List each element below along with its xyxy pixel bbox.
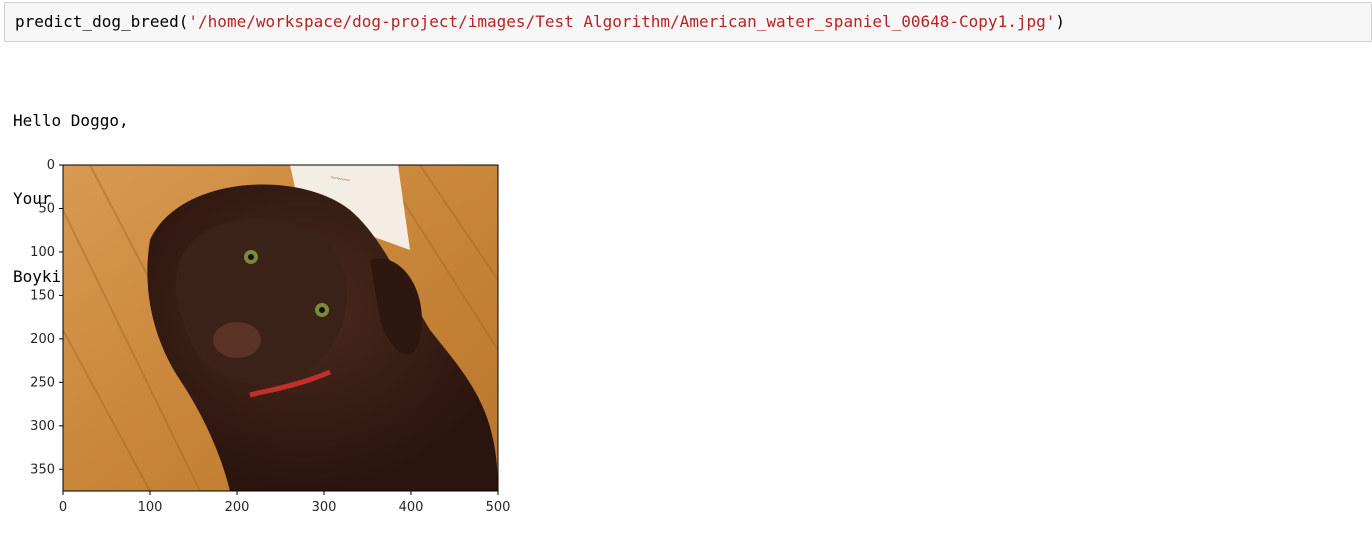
code-cell-input[interactable]: predict_dog_breed('/home/workspace/dog-p… bbox=[4, 2, 1372, 42]
y-tick-label: 300 bbox=[30, 419, 55, 434]
close-paren: ) bbox=[1055, 12, 1065, 31]
y-tick-label: 50 bbox=[38, 201, 55, 216]
open-paren: ( bbox=[178, 12, 189, 31]
dog-photo: ~~~~ bbox=[63, 165, 498, 491]
code-line[interactable]: predict_dog_breed('/home/workspace/dog-p… bbox=[15, 11, 1065, 33]
x-tick-label: 100 bbox=[138, 500, 163, 515]
y-tick-label: 100 bbox=[30, 245, 55, 260]
x-axis: 0 100 200 300 400 500 bbox=[59, 491, 511, 515]
y-axis: 0 50 100 150 200 250 300 350 bbox=[30, 158, 63, 477]
y-tick-label: 350 bbox=[30, 462, 55, 477]
dog-image-plot: ~~~~ 0 50 100 150 200 250 300 350 0 100 200 300 400… bbox=[30, 158, 511, 515]
x-tick-label: 200 bbox=[225, 500, 250, 515]
function-name: predict_dog_breed bbox=[15, 12, 179, 31]
y-tick-label: 150 bbox=[30, 288, 55, 303]
path-argument: '/home/workspace/dog-project/images/Test… bbox=[188, 12, 1056, 31]
y-tick-label: 200 bbox=[30, 332, 55, 347]
y-tick-label: 0 bbox=[47, 158, 55, 173]
x-tick-label: 400 bbox=[399, 500, 424, 515]
x-tick-label: 500 bbox=[486, 500, 511, 515]
y-tick-label: 250 bbox=[30, 375, 55, 390]
x-tick-label: 300 bbox=[312, 500, 337, 515]
x-tick-label: 0 bbox=[59, 500, 67, 515]
output-line-greeting: Hello Doggo, bbox=[13, 111, 129, 130]
